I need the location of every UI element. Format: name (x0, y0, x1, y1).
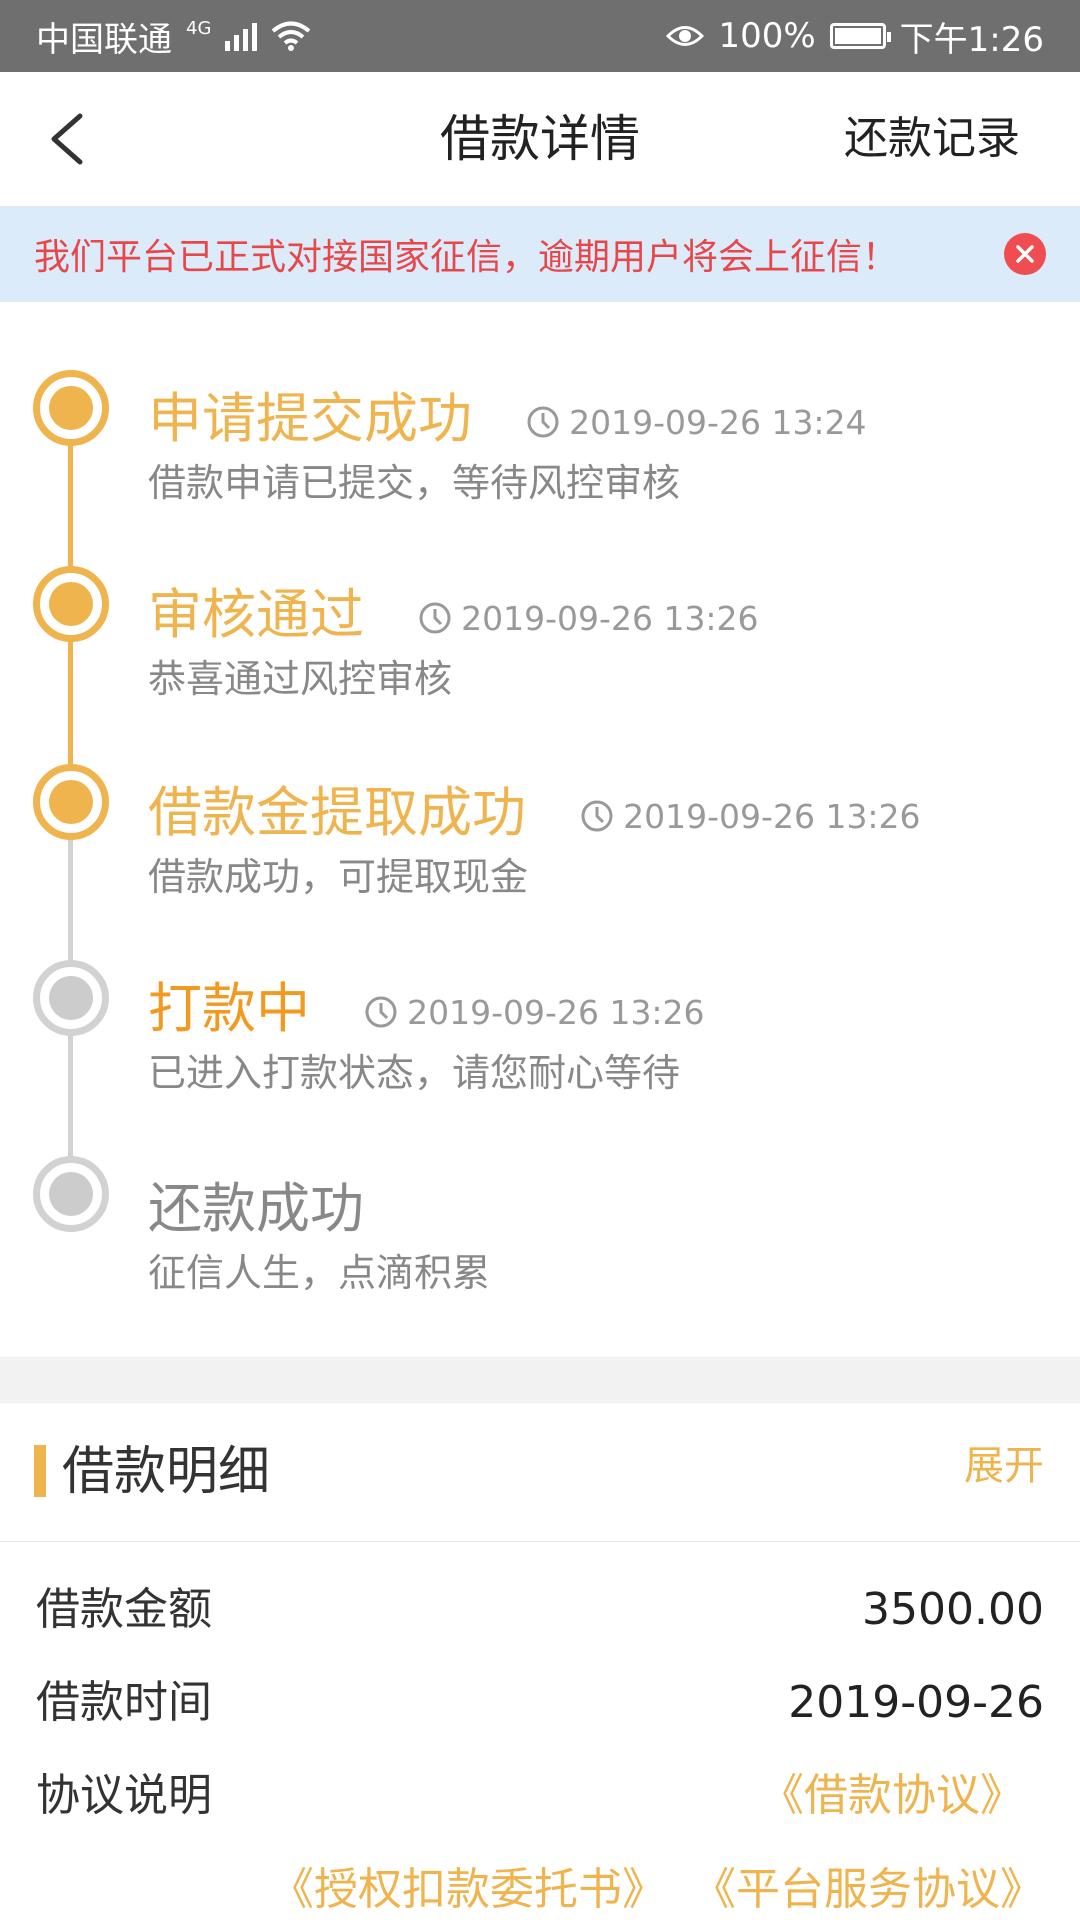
step-title-text: 申请提交成功 (148, 387, 472, 450)
battery-percent: 100% (718, 16, 816, 56)
agreement-row: 协议说明 《借款协议》 (36, 1756, 1044, 1836)
timeline-step: 借款金提取成功 2019-09-26 13:26 借款成功，可提取现金 (0, 696, 1080, 899)
carrier-name: 中国联通 (36, 19, 172, 60)
step-time: 2019-09-26 13:24 (525, 402, 867, 442)
step-title-text: 打款中 (148, 977, 310, 1040)
wifi-icon (272, 21, 311, 51)
battery-icon (829, 23, 891, 49)
credit-notice-banner: 我们平台已正式对接国家征信，逾期用户将会上征信！ (0, 206, 1080, 302)
step-title: 申请提交成功 2019-09-26 13:24 (148, 374, 867, 453)
step-time: 2019-09-26 13:26 (579, 796, 921, 836)
step-title: 打款中 2019-09-26 13:26 (148, 964, 705, 1043)
loan-date-label: 借款时间 (36, 1677, 212, 1728)
section-accent-bar (34, 1445, 46, 1497)
step-time-text: 2019-09-26 13:26 (407, 992, 705, 1032)
step-time: 2019-09-26 13:26 (417, 598, 759, 638)
clock-icon (365, 996, 397, 1028)
loan-agreement-link[interactable]: 《借款协议》 (760, 1756, 1024, 1836)
status-right: 100% 下午1:26 (666, 12, 1044, 61)
loan-amount-row: 借款金额 3500.00 (36, 1570, 1044, 1650)
step-node-icon (33, 370, 109, 446)
step-title-text: 借款金提取成功 (148, 781, 526, 844)
step-node-icon (33, 1156, 109, 1232)
section-title: 借款明细 (62, 1442, 271, 1502)
clock-icon (419, 602, 451, 634)
step-title-text: 审核通过 (148, 583, 364, 646)
loan-date-row: 借款时间 2019-09-26 (36, 1663, 1044, 1743)
clock-icon (581, 800, 613, 832)
expand-button[interactable]: 展开 (964, 1403, 1044, 1529)
service-agreement-link[interactable]: 《平台服务协议》 (692, 1850, 1044, 1930)
agreement-links: 《授权扣款委托书》 《平台服务协议》 (270, 1850, 1044, 1930)
clock-time: 下午1:26 (899, 19, 1044, 60)
agreement-label: 协议说明 (36, 1770, 212, 1821)
loan-amount-label: 借款金额 (36, 1584, 212, 1635)
repayment-records-button[interactable]: 还款记录 (844, 72, 1020, 206)
back-arrow-icon[interactable] (44, 112, 94, 166)
timeline-step: 申请提交成功 2019-09-26 13:24 借款申请已提交，等待风控审核 (0, 302, 1080, 505)
section-divider (0, 1357, 1080, 1403)
step-time-text: 2019-09-26 13:26 (461, 598, 759, 638)
loan-date-value: 2019-09-26 (788, 1677, 1044, 1728)
authorization-agreement-link[interactable]: 《授权扣款委托书》 (270, 1850, 666, 1930)
step-description: 征信人生，点滴积累 (148, 1251, 491, 1295)
step-title: 借款金提取成功 2019-09-26 13:26 (148, 768, 921, 847)
eye-icon (666, 26, 705, 46)
nav-bar: 借款详情 还款记录 (0, 72, 1080, 207)
network-type: 4G (186, 17, 212, 39)
close-icon[interactable] (1004, 233, 1046, 275)
step-description: 恭喜通过风控审核 (148, 657, 453, 701)
status-left: 中国联通 4G (36, 12, 311, 61)
notice-text: 我们平台已正式对接国家征信，逾期用户将会上征信！ (34, 237, 899, 278)
step-time-text: 2019-09-26 13:26 (623, 796, 921, 836)
step-node-icon (33, 960, 109, 1036)
loan-amount-value: 3500.00 (862, 1584, 1044, 1635)
step-time-text: 2019-09-26 13:24 (569, 402, 867, 442)
step-node-icon (33, 566, 109, 642)
timeline-step: 还款成功 征信人生，点滴积累 (0, 1088, 1080, 1295)
step-node-icon (33, 764, 109, 840)
loan-progress-timeline: 申请提交成功 2019-09-26 13:24 借款申请已提交，等待风控审核 审… (0, 302, 1080, 1357)
clock-icon (527, 406, 559, 438)
timeline-step: 打款中 2019-09-26 13:26 已进入打款状态，请您耐心等待 (0, 892, 1080, 1095)
status-bar: 中国联通 4G 100% 下午1:26 (0, 0, 1080, 72)
step-time: 2019-09-26 13:26 (363, 992, 705, 1032)
signal-icon (225, 21, 258, 51)
loan-detail-header: 借款明细 展开 (0, 1403, 1080, 1542)
step-title: 审核通过 2019-09-26 13:26 (148, 570, 759, 649)
step-title: 还款成功 (148, 1164, 364, 1243)
timeline-step: 审核通过 2019-09-26 13:26 恭喜通过风控审核 (0, 498, 1080, 701)
step-title-text: 还款成功 (148, 1177, 364, 1240)
